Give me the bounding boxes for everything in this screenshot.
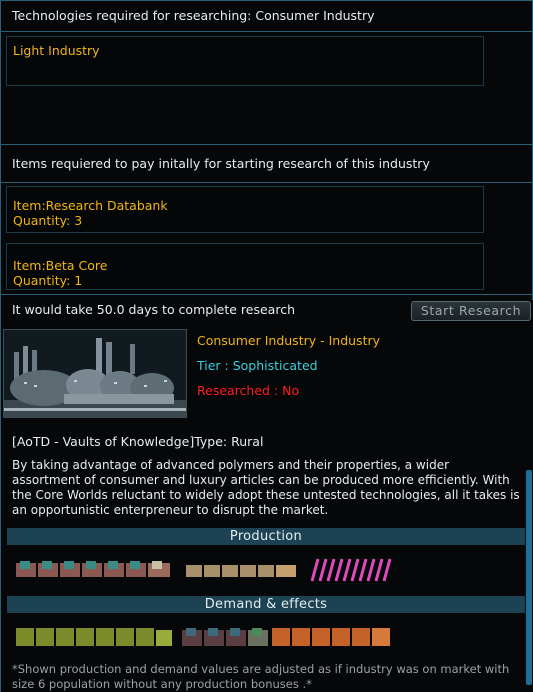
production-header: Production [7, 528, 525, 545]
luxury-goods-icon [186, 565, 296, 577]
divider [0, 31, 533, 32]
item-name: Item:Beta Core [13, 258, 108, 273]
industry-image [3, 329, 187, 418]
industry-description: By taking advantage of advanced polymers… [12, 458, 520, 517]
drugs-icon [310, 558, 392, 582]
required-item-card: Item:Beta Core Quantity: 1 [6, 243, 484, 290]
items-section-title: Items requiered to pay initally for star… [12, 156, 430, 171]
item-name: Item:Research Databank [13, 198, 168, 213]
footnote: *Shown production and demand values are … [12, 662, 510, 691]
demand-icons [14, 624, 414, 652]
organics-icon [16, 628, 172, 646]
frame-left [0, 0, 1, 692]
scrollbar[interactable] [526, 470, 532, 685]
production-icons [14, 557, 414, 585]
demand-header: Demand & effects [7, 596, 525, 613]
industry-researched-status: Researched : No [197, 383, 300, 398]
page-title: Technologies required for researching: C… [12, 8, 375, 23]
required-tech-box: Light Industry [6, 36, 484, 86]
required-item-card: Item:Research Databank Quantity: 3 [6, 186, 484, 233]
item-quantity: Quantity: 1 [13, 273, 83, 288]
divider [0, 144, 533, 145]
item-quantity: Quantity: 3 [13, 213, 83, 228]
divider [0, 294, 533, 295]
heavy-machinery-icon [182, 628, 268, 646]
industry-type: [AoTD - Vaults of Knowledge]Type: Rural [12, 434, 264, 449]
required-tech-item: Light Industry [13, 43, 100, 58]
research-time-text: It would take 50.0 days to complete rese… [12, 302, 295, 317]
start-research-button[interactable]: Start Research [411, 301, 531, 321]
frame-top [0, 0, 533, 1]
domestic-goods-icon [16, 561, 170, 577]
industry-name: Consumer Industry - Industry [197, 333, 381, 348]
industry-tier: Tier : Sophisticated [197, 358, 318, 373]
divider [0, 182, 533, 183]
supplies-icon [272, 628, 390, 646]
